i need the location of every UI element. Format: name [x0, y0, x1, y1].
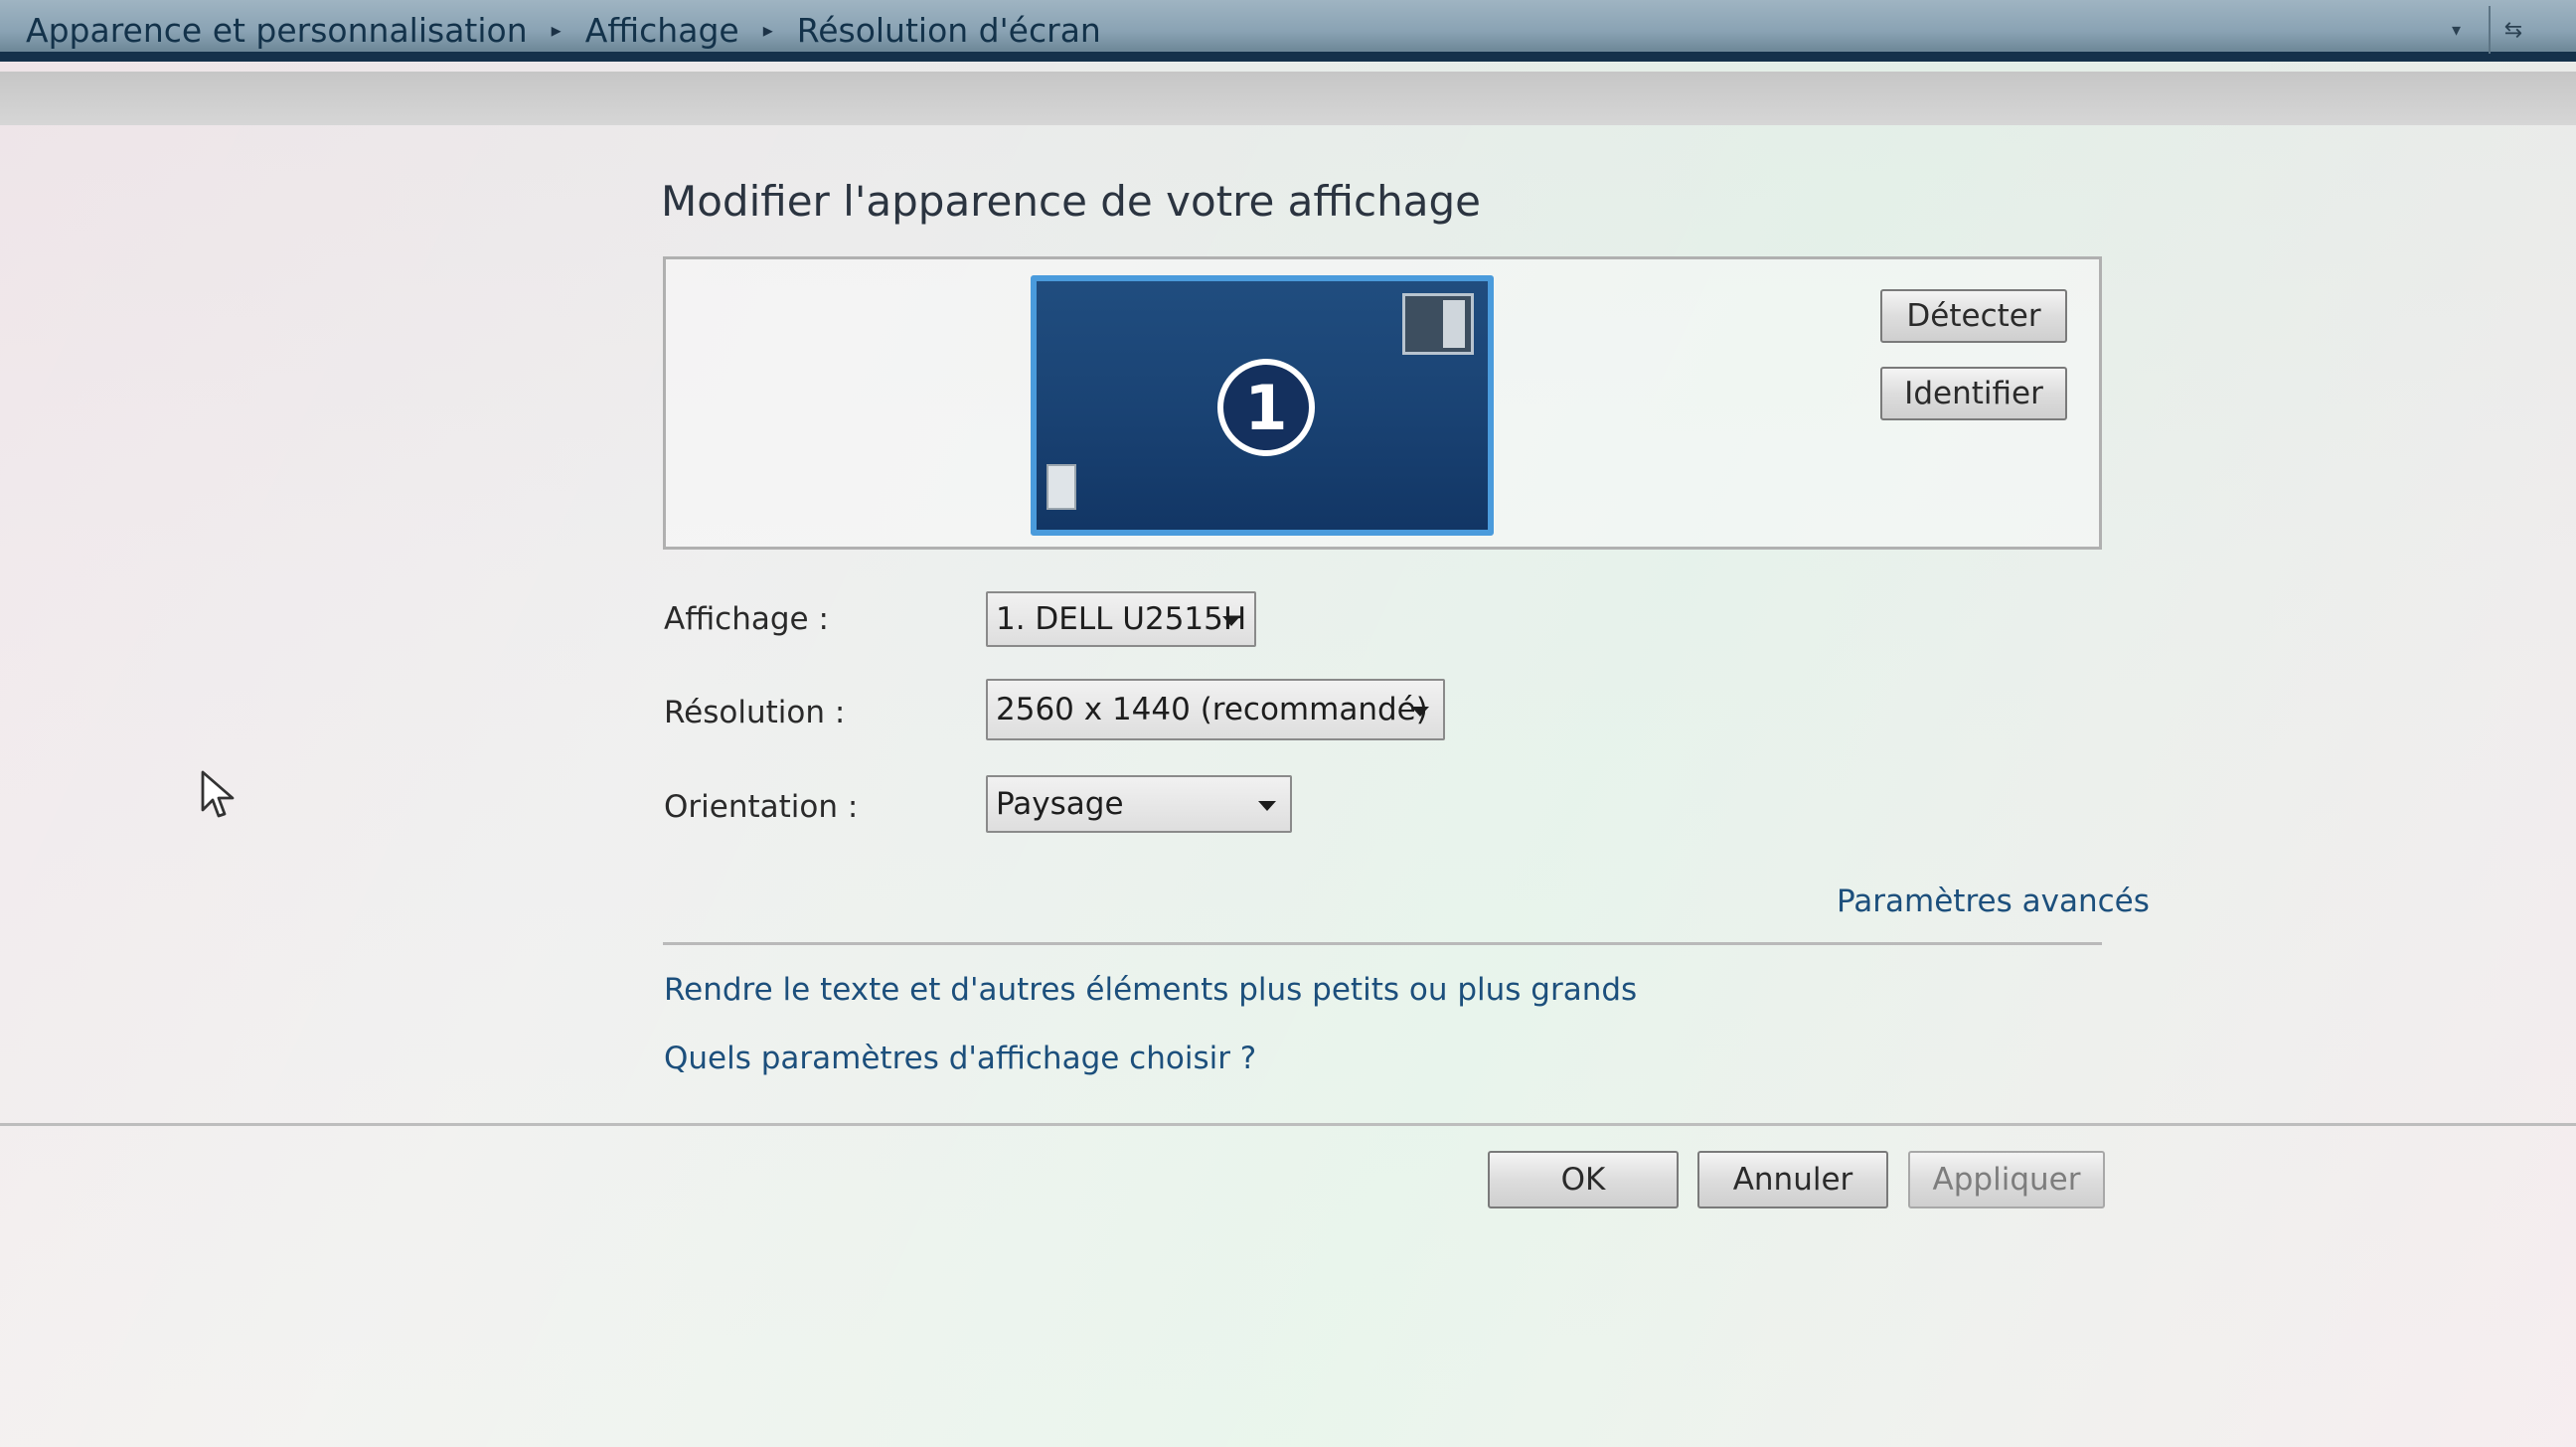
address-bar[interactable]: Apparence et personnalisation ▸ Affichag…: [0, 0, 2576, 62]
chevron-down-icon: [1222, 616, 1240, 626]
history-dropdown-icon[interactable]: ▾: [2452, 20, 2461, 41]
breadcrumb-item-screen-resolution[interactable]: Résolution d'écran: [797, 11, 1101, 50]
section-divider: [663, 942, 2102, 945]
refresh-icon[interactable]: ⇆: [2489, 6, 2536, 54]
breadcrumb: Apparence et personnalisation ▸ Affichag…: [26, 8, 1101, 52]
display-select[interactable]: 1. DELL U2515H: [986, 591, 1256, 647]
display-label: Affichage :: [664, 601, 829, 637]
orientation-select-value: Paysage: [996, 786, 1124, 822]
toolbar-strip: [0, 72, 2576, 125]
resolution-select-value: 2560 x 1440 (recommandé): [996, 692, 1428, 727]
chevron-down-icon: [1258, 801, 1276, 811]
monitor-1-thumbnail[interactable]: 1: [1031, 275, 1494, 536]
breadcrumb-item-appearance[interactable]: Apparence et personnalisation: [26, 11, 528, 50]
orientation-select[interactable]: Paysage: [986, 775, 1292, 833]
ok-button[interactable]: OK: [1488, 1151, 1679, 1208]
identify-button[interactable]: Identifier: [1880, 367, 2067, 420]
text-size-link[interactable]: Rendre le texte et d'autres éléments plu…: [664, 972, 1637, 1008]
breadcrumb-separator-icon[interactable]: ▸: [763, 18, 773, 42]
display-select-value: 1. DELL U2515H: [996, 601, 1247, 637]
apply-button[interactable]: Appliquer: [1908, 1151, 2105, 1208]
breadcrumb-separator-icon[interactable]: ▸: [552, 18, 562, 42]
address-bar-controls: ▾ ⇆: [2452, 6, 2536, 54]
resolution-label: Résolution :: [664, 695, 846, 730]
window-preview-icon: [1402, 293, 1474, 355]
resolution-select[interactable]: 2560 x 1440 (recommandé): [986, 679, 1445, 740]
which-settings-link[interactable]: Quels paramètres d'affichage choisir ?: [664, 1041, 1256, 1076]
taskbar-preview-icon: [1046, 464, 1076, 510]
monitor-number-badge: 1: [1217, 359, 1315, 456]
detect-button[interactable]: Détecter: [1880, 289, 2067, 343]
chevron-down-icon: [1411, 707, 1429, 717]
cancel-button[interactable]: Annuler: [1697, 1151, 1888, 1208]
breadcrumb-item-display[interactable]: Affichage: [585, 11, 739, 50]
page-title: Modifier l'apparence de votre affichage: [661, 177, 1481, 226]
monitor-preview-area: 1 Détecter Identifier: [663, 256, 2102, 550]
footer-divider: [0, 1123, 2576, 1126]
mouse-pointer-icon: [201, 770, 235, 818]
orientation-label: Orientation :: [664, 789, 859, 825]
advanced-settings-link[interactable]: Paramètres avancés: [1837, 884, 2150, 919]
